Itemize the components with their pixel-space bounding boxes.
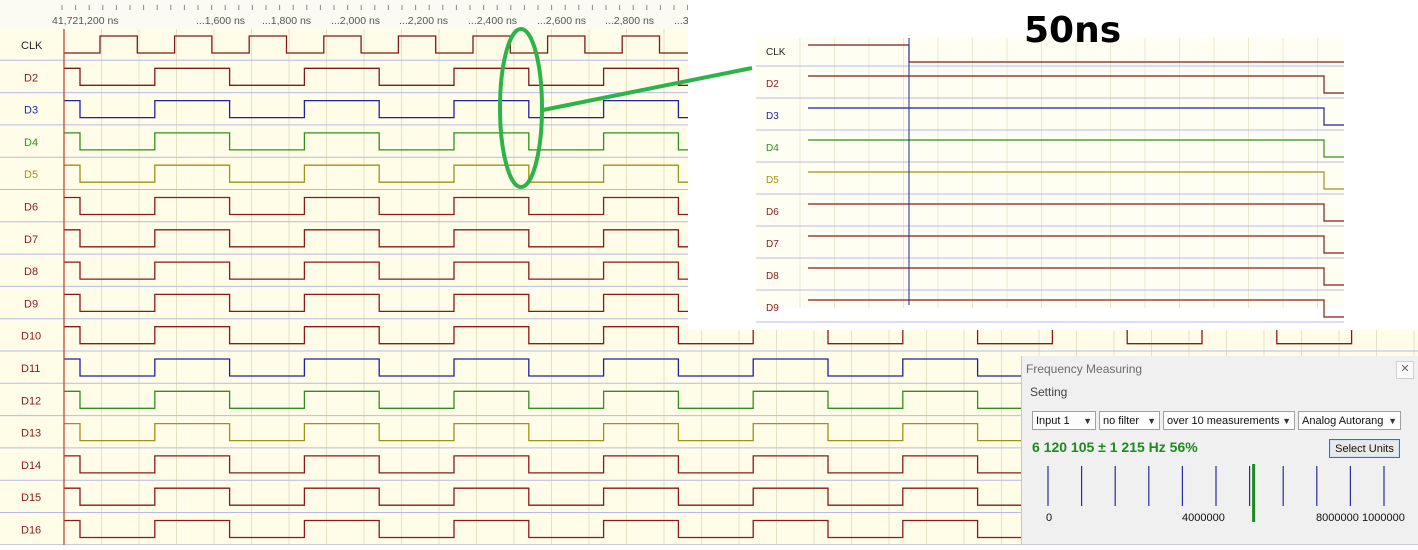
frequency-measuring-panel: Frequency Measuring ✕ Setting Input 1 ▼ n… [1021,356,1418,544]
ruler-tick-label: ...1,800 ns [262,15,311,27]
ruler-tick-label: ...3 [674,15,689,27]
channel-label: D15 [21,492,41,504]
scale-label: 0 [1046,512,1052,524]
zoom-channel-label: D2 [766,79,779,90]
zoom-channel-label: D6 [766,207,779,218]
measurements-select-value: over 10 measurements [1167,415,1280,427]
channel-label: D5 [24,169,38,181]
channel-label: D3 [24,105,38,117]
scale-label: 1000000 [1362,512,1405,524]
channel-label: D12 [21,395,41,407]
input-select[interactable]: Input 1 ▼ [1032,411,1096,430]
channel-label: CLK [21,40,43,52]
zoom-channel-label: D3 [766,111,779,122]
ruler-tick-label: ...2,400 ns [468,15,517,27]
ruler-tick-label: ...2,800 ns [605,15,654,27]
channel-label: D2 [24,72,38,84]
filter-select[interactable]: no filter ▼ [1099,411,1160,430]
channel-label: D8 [24,266,38,278]
frequency-marker [1252,464,1256,522]
chevron-down-icon: ▼ [1083,416,1092,426]
channel-label: D4 [24,137,38,149]
ruler-tick-label: ...1,600 ns [196,15,245,27]
logic-analyzer-window: 41,721,200 ns ...1,600 ns ...1,800 ns ...2,… [0,0,1418,546]
zoom-channel-label: D7 [766,239,779,250]
chevron-down-icon: ▼ [1388,416,1397,426]
scale-label: 4000000 [1182,512,1225,524]
zoom-channel-label: CLK [766,47,786,58]
chevron-down-icon: ▼ [1282,416,1291,426]
setting-label[interactable]: Setting [1030,385,1067,399]
filter-select-value: no filter [1103,415,1140,427]
ruler-tick-label: ...2,600 ns [537,15,586,27]
input-select-value: Input 1 [1036,415,1070,427]
range-select-value: Analog Autorang [1302,415,1384,427]
channel-label: D7 [24,234,38,246]
zoom-channel-label: D9 [766,303,779,314]
channel-label: D16 [21,525,41,537]
channel-label: D11 [21,363,40,375]
panel-title: Frequency Measuring [1026,362,1143,376]
close-icon[interactable]: ✕ [1396,361,1414,379]
channel-label: D6 [24,202,38,214]
zoom-channel-label: D4 [766,143,779,154]
channel-label: D10 [21,331,41,343]
zoom-title: 50ns [1024,10,1122,51]
zoom-channel-label: D5 [766,175,779,186]
frequency-scale: 0 4000000 8000000 1000000 [1046,464,1405,524]
measurements-select[interactable]: over 10 measurements ▼ [1163,411,1295,430]
zoom-channel-label: D8 [766,271,779,282]
channel-label: D9 [24,298,38,310]
range-select[interactable]: Analog Autorang ▼ [1298,411,1401,430]
channel-label: D14 [21,460,41,472]
chevron-down-icon: ▼ [1147,416,1156,426]
ruler-tick-label: ...2,200 ns [399,15,448,27]
ruler-tick-label: 41,721,200 ns [52,15,119,27]
ruler-tick-label: ...2,000 ns [331,15,380,27]
channel-label: D13 [21,428,41,440]
scale-label: 8000000 [1316,512,1359,524]
